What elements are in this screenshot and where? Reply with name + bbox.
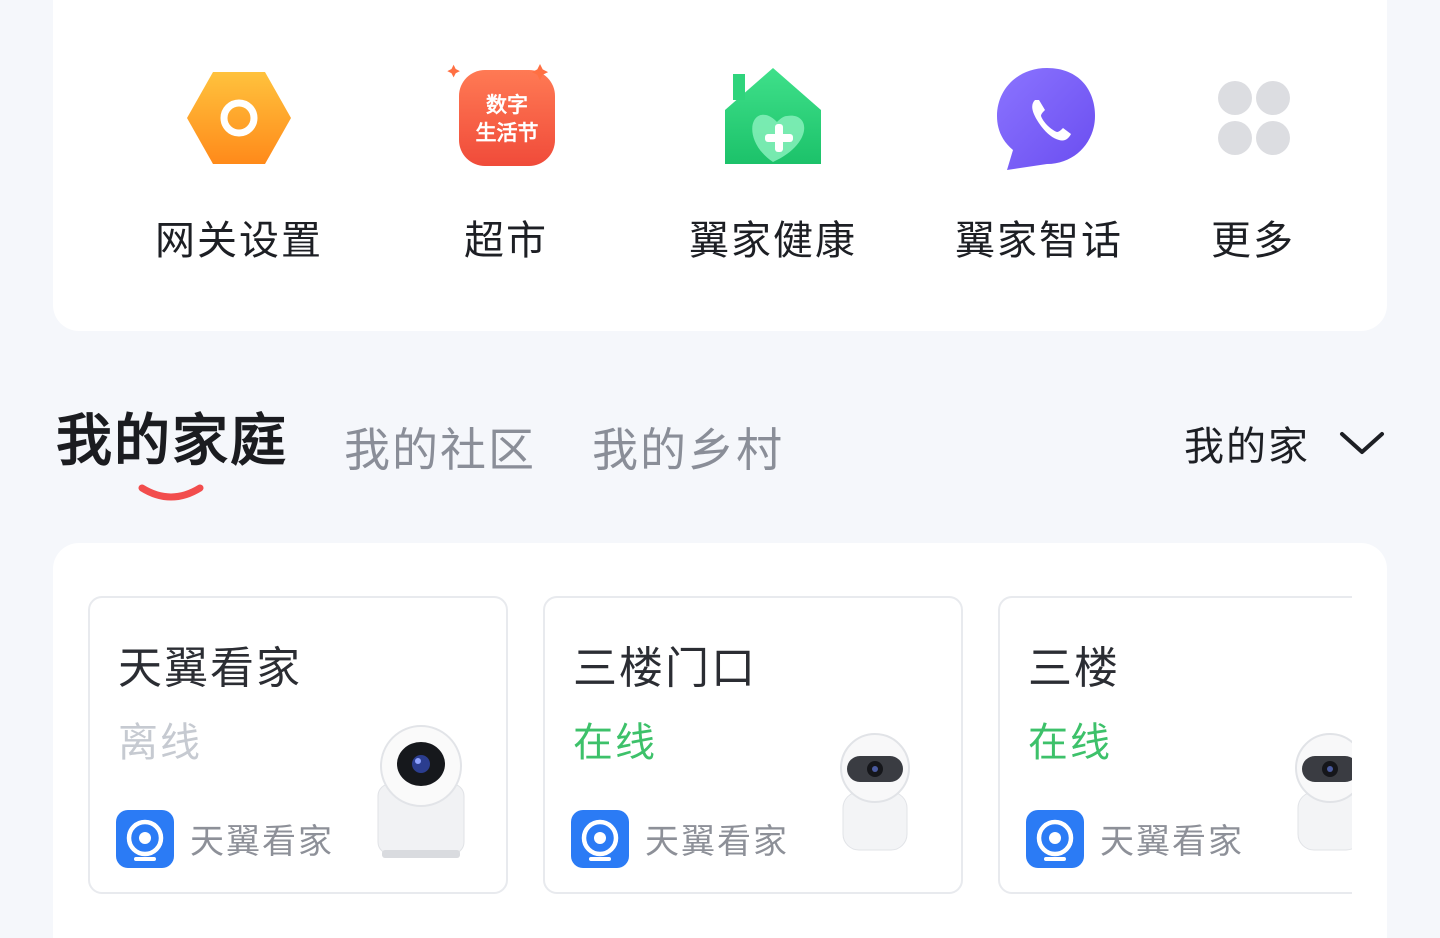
shortcut-more[interactable]: 更多 [1133, 60, 1373, 270]
shortcut-label: 翼家健康 [689, 218, 857, 264]
shortcut-supermarket[interactable]: 数字 生活节 超市 [386, 60, 626, 270]
tab-my-family[interactable]: 我的家庭 [56, 396, 288, 477]
shortcut-health[interactable]: 翼家健康 [653, 60, 893, 270]
device-card[interactable]: 三楼门口 在线 天翼看家 [543, 596, 963, 894]
family-selector[interactable]: 我的家 [1184, 414, 1386, 472]
chevron-down-icon [1340, 432, 1384, 454]
camera-image [377, 725, 465, 858]
community-tabs: 我的家庭 我的社区 我的乡村 我的家 [56, 400, 1386, 520]
tab-my-community[interactable]: 我的社区 [344, 414, 536, 480]
device-app-name: 天翼看家 [1100, 822, 1244, 862]
more-grid-icon [1218, 81, 1290, 155]
device-status: 离线 [118, 720, 202, 766]
shortcut-label: 翼家智话 [955, 218, 1123, 264]
device-name: 三楼 [1028, 643, 1120, 694]
phone-chat-icon [997, 68, 1095, 170]
device-name: 三楼门口 [573, 643, 757, 694]
gateway-settings-icon [187, 72, 291, 164]
device-name: 天翼看家 [118, 643, 302, 694]
camera-image [840, 733, 910, 851]
shortcuts-card: 网关设置 数字 生活节 超市 翼家健康 翼家智话 更多 [53, 0, 1387, 331]
device-card[interactable]: 三楼 在线 天翼看家 [998, 596, 1352, 894]
supermarket-icon: 数字 生活节 [447, 64, 555, 166]
tianyi-kanjia-app-icon [1026, 810, 1084, 868]
device-app-name: 天翼看家 [645, 822, 789, 862]
supermarket-icon-text-1: 数字 [486, 93, 528, 117]
shortcut-label: 网关设置 [155, 218, 323, 264]
shortcut-phone-chat[interactable]: 翼家智话 [919, 60, 1159, 270]
device-status: 在线 [1028, 720, 1112, 766]
device-app-name: 天翼看家 [190, 822, 334, 862]
device-status: 在线 [573, 720, 657, 766]
devices-card: 天翼看家 离线 天翼看家 三楼门口 在线 天翼看家 三楼 在线 天翼看家 [53, 543, 1387, 938]
supermarket-icon-text-2: 生活节 [476, 121, 539, 145]
camera-image [1295, 733, 1352, 851]
health-house-icon [725, 68, 821, 164]
shortcut-label: 超市 [464, 218, 548, 264]
tab-my-village[interactable]: 我的乡村 [592, 414, 784, 480]
tianyi-kanjia-app-icon [571, 810, 629, 868]
family-selector-label: 我的家 [1184, 424, 1310, 470]
shortcut-gateway-settings[interactable]: 网关设置 [119, 60, 359, 270]
device-card[interactable]: 天翼看家 离线 天翼看家 [88, 596, 508, 894]
active-tab-indicator [138, 484, 204, 501]
devices-carousel[interactable]: 天翼看家 离线 天翼看家 三楼门口 在线 天翼看家 三楼 在线 天翼看家 [88, 596, 1352, 896]
tianyi-kanjia-app-icon [116, 810, 174, 868]
shortcut-label: 更多 [1211, 218, 1295, 264]
